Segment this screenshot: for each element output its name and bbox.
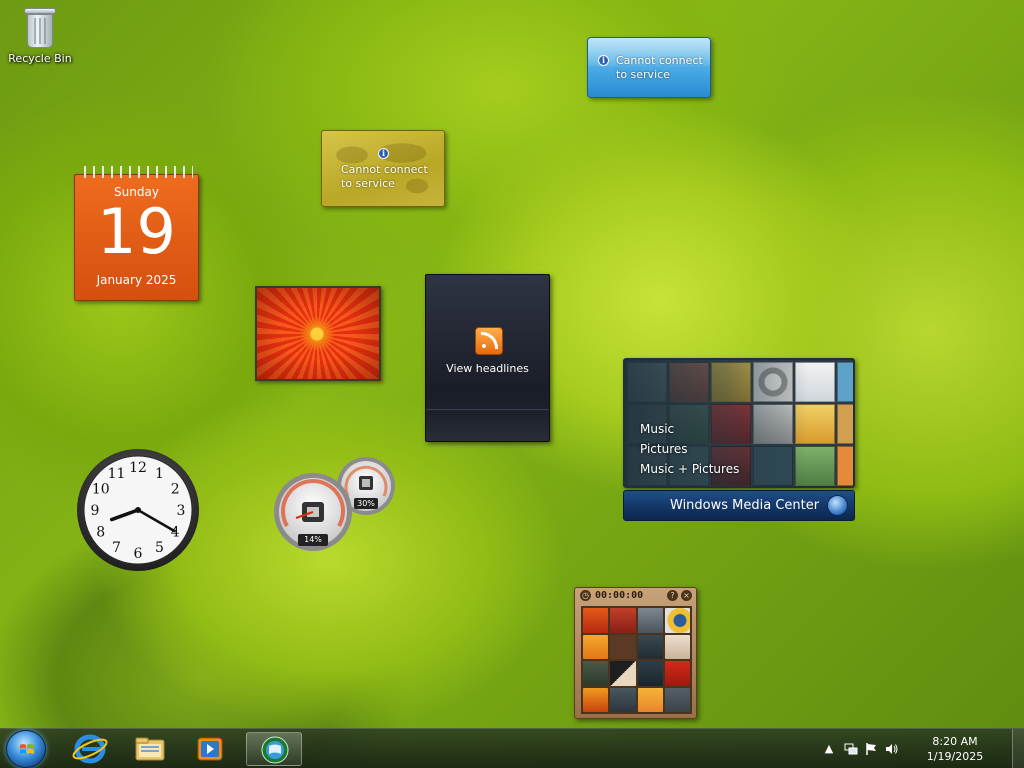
- system-tray: ▲ 8:20 AM 1/19/2025: [812, 729, 1012, 768]
- clock-numeral: 5: [155, 540, 164, 556]
- cpu-meter-gadget[interactable]: 14% 30%: [268, 456, 398, 552]
- puzzle-tile[interactable]: [610, 634, 636, 659]
- puzzle-tile[interactable]: [583, 608, 609, 633]
- media-player-button[interactable]: [182, 732, 238, 766]
- desktop-icon-recycle-bin[interactable]: Recycle Bin: [6, 6, 74, 65]
- media-center-item-music-pictures[interactable]: Music + Pictures: [640, 462, 739, 476]
- calendar-gadget[interactable]: Sunday 19 January 2025: [74, 166, 199, 301]
- puzzle-tile[interactable]: [610, 687, 636, 712]
- media-tiles: Music Pictures Music + Pictures: [623, 358, 855, 488]
- feeds-footer: [426, 409, 549, 441]
- action-center-flag-icon[interactable]: [864, 742, 878, 756]
- clock-numeral: 10: [92, 482, 110, 498]
- show-hidden-icons-button[interactable]: ▲: [822, 742, 836, 756]
- picture-puzzle-gadget[interactable]: ◷ 00:00:00 ? ×: [574, 587, 697, 719]
- media-center-item-pictures[interactable]: Pictures: [640, 442, 688, 456]
- calendar-rings-icon: [80, 166, 193, 178]
- weather-error-line2: to service: [616, 68, 670, 81]
- puzzle-tile[interactable]: [610, 608, 636, 633]
- clock-numeral: 12: [129, 460, 147, 476]
- weather-gadget-blue[interactable]: i Cannot connect to service: [587, 37, 711, 98]
- taskbar-date: 1/19/2025: [926, 750, 984, 763]
- recycle-bin-icon: [23, 6, 57, 50]
- clock-numeral: 4: [171, 525, 180, 541]
- puzzle-tile[interactable]: [664, 608, 690, 633]
- memory-percent: 30%: [354, 498, 378, 509]
- folder-icon: [135, 737, 165, 761]
- media-center-title-bar[interactable]: Windows Media Center: [623, 490, 855, 521]
- weather-error-line2: to service: [341, 177, 395, 190]
- puzzle-tile[interactable]: [664, 687, 690, 712]
- clock-numeral: 3: [177, 503, 186, 519]
- puzzle-tile[interactable]: [664, 661, 690, 686]
- media-player-icon: [197, 737, 223, 761]
- media-center-title: Windows Media Center: [670, 498, 820, 513]
- media-center-gadget[interactable]: Music Pictures Music + Pictures Windows …: [623, 358, 855, 521]
- puzzle-tile[interactable]: [583, 661, 609, 686]
- puzzle-tile[interactable]: [583, 687, 609, 712]
- media-center-icon: [261, 736, 289, 764]
- feed-headlines-gadget[interactable]: View headlines: [425, 274, 550, 442]
- clock-numeral: 7: [112, 540, 121, 556]
- weather-error-line1: Cannot connect: [341, 163, 428, 176]
- puzzle-help-button[interactable]: ?: [667, 590, 678, 601]
- puzzle-tile[interactable]: [583, 634, 609, 659]
- slideshow-gadget[interactable]: [255, 286, 381, 381]
- clock-numeral: 8: [96, 525, 105, 541]
- internet-explorer-icon: [72, 734, 108, 764]
- puzzle-grid: [581, 606, 692, 714]
- puzzle-tile[interactable]: [637, 608, 663, 633]
- windows-explorer-button[interactable]: [122, 732, 178, 766]
- media-center-button[interactable]: [246, 732, 302, 766]
- start-button[interactable]: [6, 730, 46, 768]
- view-headlines-link[interactable]: View headlines: [426, 362, 549, 375]
- analog-clock-face: 12 12 3 45678 9 1011: [77, 449, 199, 571]
- calendar-month-year: January 2025: [96, 273, 177, 287]
- rss-feed-icon: [475, 327, 503, 355]
- weather-gadget-world[interactable]: i Cannot connect to service: [321, 130, 445, 207]
- puzzle-tile[interactable]: [637, 687, 663, 712]
- clock-gadget[interactable]: 12 1 2 3 4 5 6 7 8 9 10 11: [76, 448, 200, 572]
- show-desktop-button[interactable]: [1012, 729, 1024, 768]
- network-icon[interactable]: [844, 742, 858, 756]
- info-icon: i: [598, 55, 609, 66]
- clock-numeral: 1: [155, 466, 164, 482]
- clock-numeral: 9: [91, 503, 100, 519]
- clock-numeral: 11: [108, 466, 126, 482]
- internet-explorer-button[interactable]: [62, 732, 118, 766]
- puzzle-timer: 00:00:00: [595, 590, 644, 601]
- puzzle-tile[interactable]: [610, 661, 636, 686]
- windows-flag-icon: [20, 744, 34, 754]
- volume-icon[interactable]: [884, 742, 898, 756]
- taskbar-time: 8:20 AM: [932, 735, 978, 748]
- taskbar: ▲ 8:20 AM 1/19/2025: [0, 728, 1024, 768]
- media-center-item-music[interactable]: Music: [640, 422, 674, 436]
- clock-numeral: 2: [171, 482, 180, 498]
- calendar-page: Sunday 19 January 2025: [74, 174, 199, 301]
- desktop-icon-label: Recycle Bin: [8, 52, 72, 65]
- clock-numeral: 6: [134, 546, 143, 562]
- puzzle-tile[interactable]: [637, 661, 663, 686]
- calendar-day-number: 19: [97, 195, 176, 268]
- weather-error-line1: Cannot connect: [616, 54, 703, 67]
- cpu-percent: 14%: [298, 534, 328, 546]
- puzzle-tile[interactable]: [637, 634, 663, 659]
- taskbar-clock[interactable]: 8:20 AM 1/19/2025: [920, 734, 990, 764]
- cpu-meter-dials: [274, 457, 395, 551]
- info-icon: i: [378, 148, 389, 159]
- puzzle-close-button[interactable]: ×: [681, 590, 692, 601]
- puzzle-tile[interactable]: [664, 634, 690, 659]
- puzzle-timer-icon: ◷: [580, 590, 591, 601]
- windows-logo-icon: [827, 495, 848, 516]
